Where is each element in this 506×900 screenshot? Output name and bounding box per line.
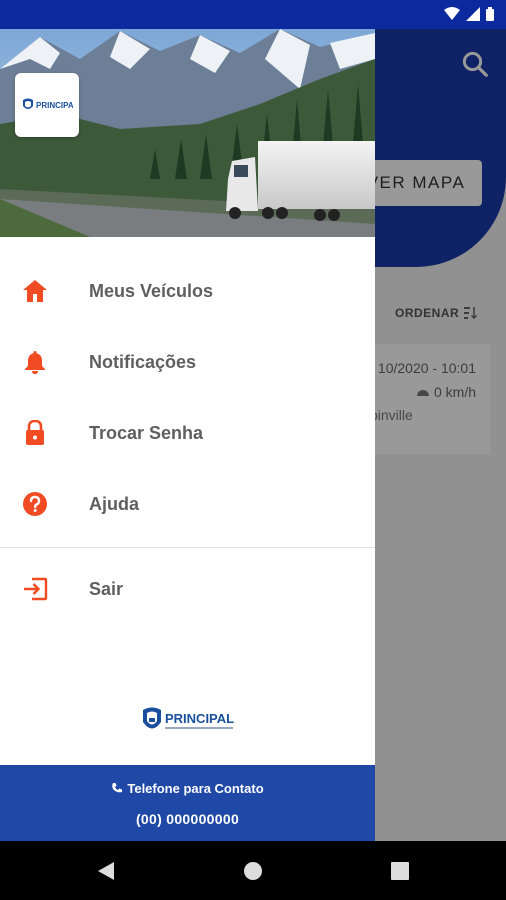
principal-logo: PRINCIPAL [23, 98, 73, 110]
lock-icon [22, 420, 48, 446]
phone-icon [112, 783, 123, 793]
contact-bar[interactable]: Telefone para Contato (00) 000000000 [0, 765, 375, 841]
contact-label: Telefone para Contato [0, 781, 375, 796]
status-icons [444, 7, 494, 21]
help-icon [22, 491, 48, 517]
battery-icon [486, 7, 494, 21]
menu-item-meus-veiculos[interactable]: Meus Veículos [0, 256, 375, 326]
svg-text:PRINCIPAL: PRINCIPAL [36, 101, 73, 110]
contact-phone[interactable]: (00) 000000000 [0, 811, 375, 827]
menu-label: Meus Veículos [89, 280, 214, 301]
svg-text:PRINCIPAL: PRINCIPAL [165, 711, 234, 726]
menu-label: Sair [89, 578, 124, 599]
menu-item-ajuda[interactable]: Ajuda [0, 469, 375, 539]
exit-icon [22, 576, 48, 602]
menu-label: Ajuda [89, 493, 140, 514]
menu-item-trocar-senha[interactable]: Trocar Senha [0, 398, 375, 468]
contact-label-text: Telefone para Contato [127, 781, 264, 796]
signal-icon [466, 7, 480, 21]
menu-label: Trocar Senha [89, 422, 204, 443]
menu-label: Notificações [89, 351, 197, 372]
status-bar [0, 0, 506, 29]
logo-card: PRINCIPAL [15, 73, 79, 137]
system-navigation-bar [0, 841, 506, 900]
recents-icon[interactable] [388, 859, 412, 883]
navigation-drawer: PRINCIPAL Meus Veículos Notificações Tro… [0, 29, 375, 841]
home-icon [22, 278, 48, 304]
menu-item-sair[interactable]: Sair [0, 554, 375, 624]
home-nav-icon[interactable] [241, 859, 265, 883]
menu-item-notificacoes[interactable]: Notificações [0, 327, 375, 397]
principal-footer-logo: PRINCIPAL [141, 706, 237, 736]
back-icon[interactable] [94, 859, 118, 883]
menu-divider [0, 547, 375, 548]
wifi-icon [444, 7, 460, 20]
bell-icon [22, 349, 48, 375]
drawer-header-image: PRINCIPAL [0, 29, 375, 237]
